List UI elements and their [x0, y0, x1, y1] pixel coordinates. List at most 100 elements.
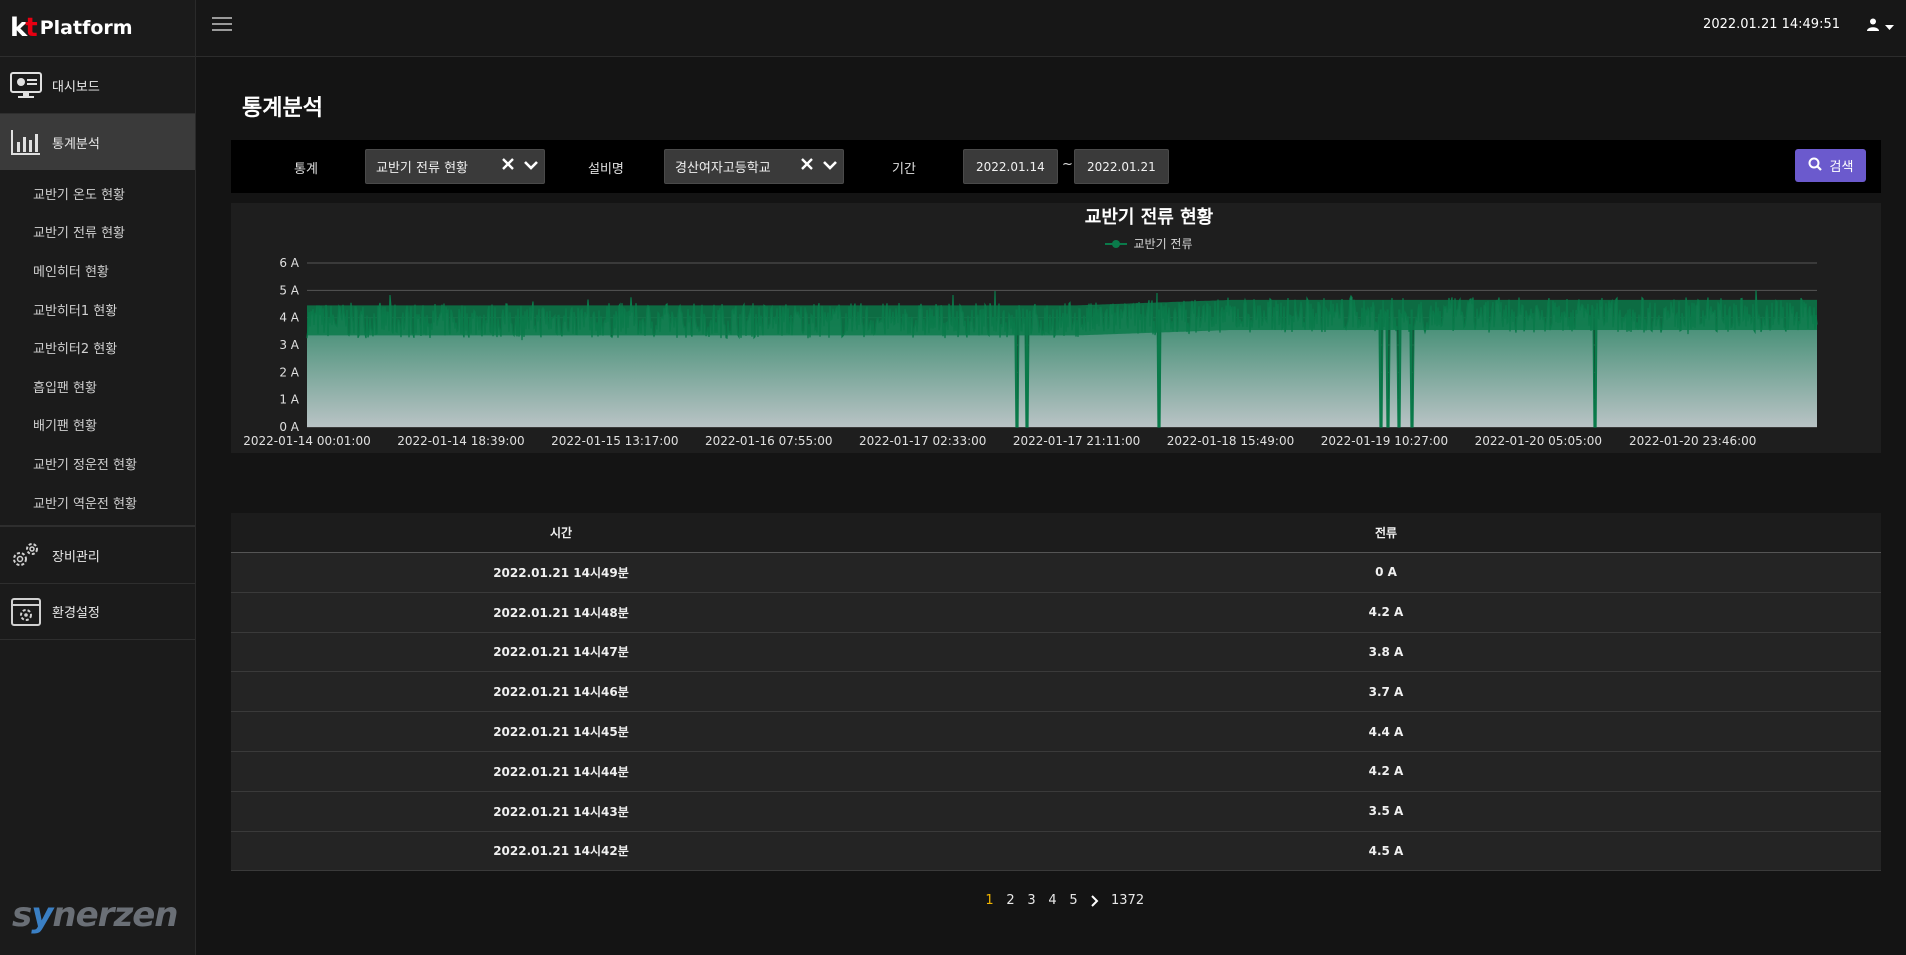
x-tick-label: 2022-01-15 13:17:00: [551, 434, 678, 448]
facility-select[interactable]: 경산여자고등학교: [664, 149, 844, 184]
table-header: 시간 전류: [231, 513, 1881, 553]
app: kt Platform 대시보드 통계분석 교반기 온도 현황 교반기 전류 현…: [0, 0, 1906, 955]
cell-time: 2022.01.21 14시49분: [493, 565, 629, 580]
cell-time: 2022.01.21 14시46분: [493, 685, 629, 700]
sidebar-item-equipment[interactable]: 장비관리: [0, 526, 195, 583]
table-row: 2022.01.21 14시45분 4.4 A: [231, 712, 1881, 752]
cell-current: 0 A: [1375, 565, 1397, 580]
clear-icon[interactable]: [801, 158, 813, 174]
submenu-exhaust-fan[interactable]: 배기팬 현황: [0, 406, 195, 445]
cell-current: 4.2 A: [1368, 605, 1404, 620]
page-2[interactable]: 2: [1000, 893, 1021, 908]
sidebar: kt Platform 대시보드 통계분석 교반기 온도 현황 교반기 전류 현…: [0, 0, 196, 955]
cell-time: 2022.01.21 14시45분: [493, 725, 629, 740]
submenu-current[interactable]: 교반기 전류 현황: [0, 213, 195, 252]
user-menu-button[interactable]: [1867, 16, 1894, 35]
page-4[interactable]: 4: [1042, 893, 1063, 908]
table-row: 2022.01.21 14시47분 3.8 A: [231, 633, 1881, 673]
submenu-intake-fan[interactable]: 흡입팬 현황: [0, 367, 195, 406]
table-row: 2022.01.21 14시49분 0 A: [231, 553, 1881, 593]
page-title: 통계분석: [242, 96, 323, 121]
brand[interactable]: kt Platform: [0, 0, 195, 56]
topbar: 2022.01.21 14:49:51: [196, 0, 1906, 57]
next-page-icon[interactable]: [1084, 894, 1106, 907]
date-range-separator: ~: [1062, 157, 1073, 172]
cell-time: 2022.01.21 14시42분: [493, 844, 629, 859]
submenu-heater2[interactable]: 교반히터2 현황: [0, 328, 195, 367]
x-tick-label: 2022-01-18 15:49:00: [1167, 434, 1294, 448]
stat-select[interactable]: 교반기 전류 현황: [365, 149, 545, 184]
sidebar-item-dashboard[interactable]: 대시보드: [0, 56, 195, 113]
cell-current: 3.8 A: [1368, 644, 1404, 659]
current-datetime: 2022.01.21 14:49:51: [1703, 17, 1840, 32]
pagination: 1 2 3 4 5 1372: [979, 893, 1144, 908]
cell-time: 2022.01.21 14시43분: [493, 804, 629, 819]
submenu-heater1[interactable]: 교반히터1 현황: [0, 290, 195, 329]
gears-icon: [0, 540, 52, 570]
filter-bar: 통계 교반기 전류 현황 설비명 경산여자고등학교 기간 2022.01.14 …: [231, 140, 1881, 193]
submenu-temperature[interactable]: 교반기 온도 현황: [0, 174, 195, 213]
date-to-input[interactable]: 2022.01.21: [1074, 149, 1169, 184]
statistics-submenu: 교반기 온도 현황 교반기 전류 현황 메인히터 현황 교반히터1 현황 교반히…: [0, 170, 195, 527]
synerzen-logo: synerzen: [12, 895, 179, 935]
x-tick-label: 2022-01-17 02:33:00: [859, 434, 986, 448]
clear-icon[interactable]: [502, 158, 514, 174]
y-tick-label: 5 A: [279, 283, 299, 297]
y-tick-label: 6 A: [279, 256, 299, 270]
column-header-time: 시간: [549, 526, 573, 540]
period-label: 기간: [892, 162, 916, 177]
sidebar-item-label: 통계분석: [52, 136, 100, 152]
page-1[interactable]: 1: [979, 893, 1000, 908]
page-5[interactable]: 5: [1063, 893, 1084, 908]
page-3[interactable]: 3: [1021, 893, 1042, 908]
chart-legend[interactable]: 교반기 전류: [231, 235, 1881, 252]
table-row: 2022.01.21 14시42분 4.5 A: [231, 832, 1881, 872]
x-tick-label: 2022-01-19 10:27:00: [1321, 434, 1448, 448]
date-from-input[interactable]: 2022.01.14: [963, 149, 1058, 184]
submenu-main-heater[interactable]: 메인히터 현황: [0, 251, 195, 290]
table-body: 2022.01.21 14시49분 0 A 2022.01.21 14시48분 4.2…: [231, 553, 1881, 872]
y-tick-label: 1 A: [279, 393, 299, 407]
y-tick-label: 0 A: [279, 420, 299, 434]
search-button[interactable]: 검색: [1795, 149, 1866, 182]
x-tick-label: 2022-01-20 23:46:00: [1629, 434, 1756, 448]
sidebar-item-statistics[interactable]: 통계분석: [0, 113, 195, 170]
chart-panel: 6 A 5 A 4 A 3 A 2 A 1 A 0 A 2022-01-14 00:01:00…: [231, 203, 1881, 453]
column-header-current: 전류: [1374, 526, 1398, 540]
settings-window-icon: [0, 597, 52, 627]
x-tick-label: 2022-01-17 21:11:00: [1013, 434, 1140, 448]
facility-label: 설비명: [588, 162, 624, 177]
monitor-icon: [0, 70, 52, 100]
data-table: 시간 전류 2022.01.21 14시49분 0 A 2022.01.21 14시…: [231, 513, 1881, 872]
cell-current: 4.4 A: [1368, 724, 1404, 739]
legend-label: 교반기 전류: [1133, 237, 1193, 251]
sidebar-item-label: 장비관리: [52, 549, 100, 565]
x-tick-label: 2022-01-16 07:55:00: [705, 434, 832, 448]
stat-label: 통계: [294, 162, 318, 177]
legend-marker: [1105, 239, 1128, 248]
sidebar-item-settings[interactable]: 환경설정: [0, 583, 195, 641]
table-row: 2022.01.21 14시44분 4.2 A: [231, 752, 1881, 792]
table-row: 2022.01.21 14시46분 3.7 A: [231, 672, 1881, 713]
cell-time: 2022.01.21 14시44분: [493, 764, 629, 779]
submenu-forward-run[interactable]: 교반기 정운전 현황: [0, 444, 195, 483]
chevron-down-icon[interactable]: [524, 159, 538, 174]
y-tick-label: 2 A: [279, 365, 299, 379]
sidebar-item-label: 대시보드: [52, 79, 100, 95]
y-tick-label: 4 A: [279, 311, 299, 325]
kt-logo: kt: [10, 13, 38, 43]
table-row: 2022.01.21 14시48분 4.2 A: [231, 593, 1881, 633]
table-row: 2022.01.21 14시43분 3.5 A: [231, 792, 1881, 832]
chevron-down-icon[interactable]: [823, 159, 837, 174]
bar-chart-icon: [0, 128, 52, 156]
cell-time: 2022.01.21 14시48분: [493, 605, 629, 620]
facility-select-value: 경산여자고등학교: [675, 161, 771, 176]
cell-current: 4.5 A: [1368, 843, 1404, 858]
caret-down-icon: [1885, 16, 1894, 35]
hamburger-menu-icon[interactable]: [212, 17, 232, 35]
submenu-reverse-run[interactable]: 교반기 역운전 현황: [0, 483, 195, 522]
sidebar-item-label: 환경설정: [52, 606, 100, 622]
last-page[interactable]: 1372: [1111, 893, 1144, 908]
x-tick-label: 2022-01-20 05:05:00: [1475, 434, 1602, 448]
search-button-label: 검색: [1829, 160, 1854, 175]
